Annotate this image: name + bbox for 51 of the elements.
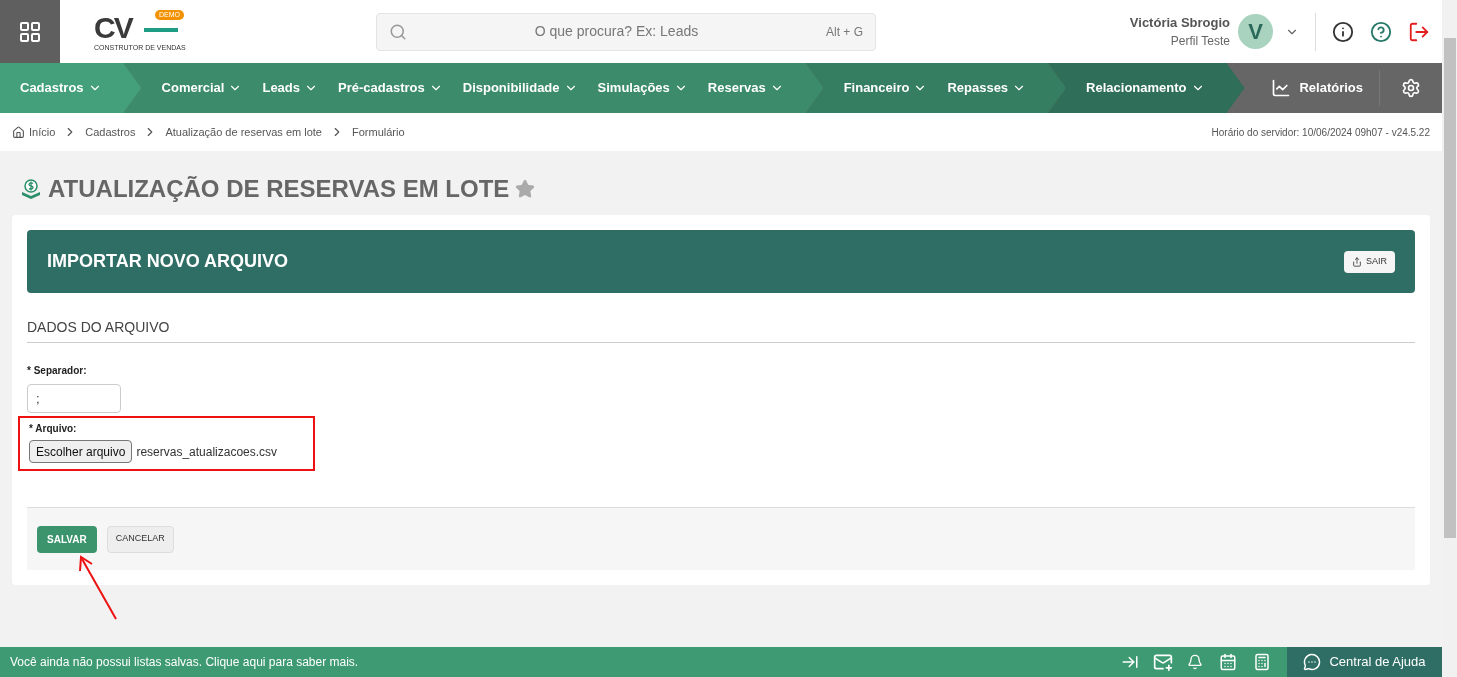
saved-lists-link[interactable]: Você ainda não possui listas salvas. Clique aqui para saber mais. [10, 653, 1121, 671]
nav-menu-item[interactable]: Simulações [597, 78, 688, 98]
mail-icon[interactable] [1153, 652, 1173, 672]
section-title: DADOS DO ARQUIVO [27, 317, 1415, 343]
nav-menu-item[interactable]: Disponibilidade [462, 78, 578, 98]
panel-title: IMPORTAR NOVO ARQUIVO [47, 250, 289, 273]
arrow-to-line-icon[interactable] [1121, 653, 1139, 671]
calculator-icon[interactable] [1253, 653, 1271, 671]
nav-menu-item[interactable]: Pré-cadastros [338, 78, 443, 98]
logout-icon[interactable] [1408, 20, 1430, 43]
home-icon [12, 125, 25, 139]
annotation-arrow [76, 555, 120, 621]
menu-icon [18, 19, 42, 44]
user-profile: Perfil Teste [1170, 33, 1230, 51]
user-name: Victória Sbrogio [1129, 13, 1230, 32]
line-chart-icon [1271, 78, 1292, 98]
nav-menu-item[interactable]: Repasses [947, 78, 1027, 98]
share-icon [1352, 256, 1362, 267]
file-name: reservas_atualizacoes.csv [136, 443, 278, 461]
nav-menu-item[interactable]: Reservas [707, 78, 784, 98]
page-title: ATUALIZAÇÃO DE RESERVAS EM LOTE [48, 174, 510, 204]
cancel-button[interactable]: CANCELAR [106, 525, 174, 553]
bell-icon[interactable] [1187, 654, 1203, 670]
server-time: Horário do servidor: 10/06/2024 09h07 - v24.5.22 [1211, 125, 1430, 140]
breadcrumb-link[interactable]: Início [29, 123, 56, 141]
nav-menu-item[interactable]: Relacionamento [1086, 78, 1205, 98]
apps-menu-button[interactable] [0, 0, 60, 63]
search-icon [389, 22, 407, 41]
settings-icon [1401, 78, 1421, 98]
choose-file-button[interactable]: Escolher arquivo [29, 440, 133, 463]
nav-menu-item[interactable]: Financeiro [843, 78, 928, 98]
nav-menu-item[interactable]: Comercial [161, 78, 243, 98]
exit-button[interactable]: SAIR [1344, 250, 1395, 273]
star-icon[interactable] [515, 179, 536, 199]
info-icon[interactable] [1332, 20, 1354, 43]
search-field[interactable]: O que procura? Ex: Leads Alt + G [376, 12, 876, 51]
field-label: * Separador: [27, 364, 88, 378]
help-icon[interactable] [1370, 20, 1392, 43]
reports-link[interactable]: Relatórios [1255, 63, 1379, 113]
field-label: * Arquivo: [29, 422, 78, 436]
separator-input[interactable]: ; [27, 384, 121, 413]
save-button[interactable]: SALVAR [37, 525, 97, 553]
help-center-button[interactable]: Central de Ajuda [1287, 647, 1442, 677]
breadcrumb-link[interactable]: Cadastros [85, 123, 136, 141]
chat-icon [1303, 653, 1322, 671]
breadcrumb-link[interactable]: Atualização de reservas em lote [165, 123, 322, 141]
user-avatar[interactable]: V [1238, 14, 1273, 49]
money-box-icon [20, 178, 42, 200]
nav-menu-item[interactable]: Leads [262, 78, 319, 98]
calendar-icon[interactable] [1219, 653, 1237, 671]
nav-menu-item[interactable]: Cadastros [20, 78, 102, 98]
